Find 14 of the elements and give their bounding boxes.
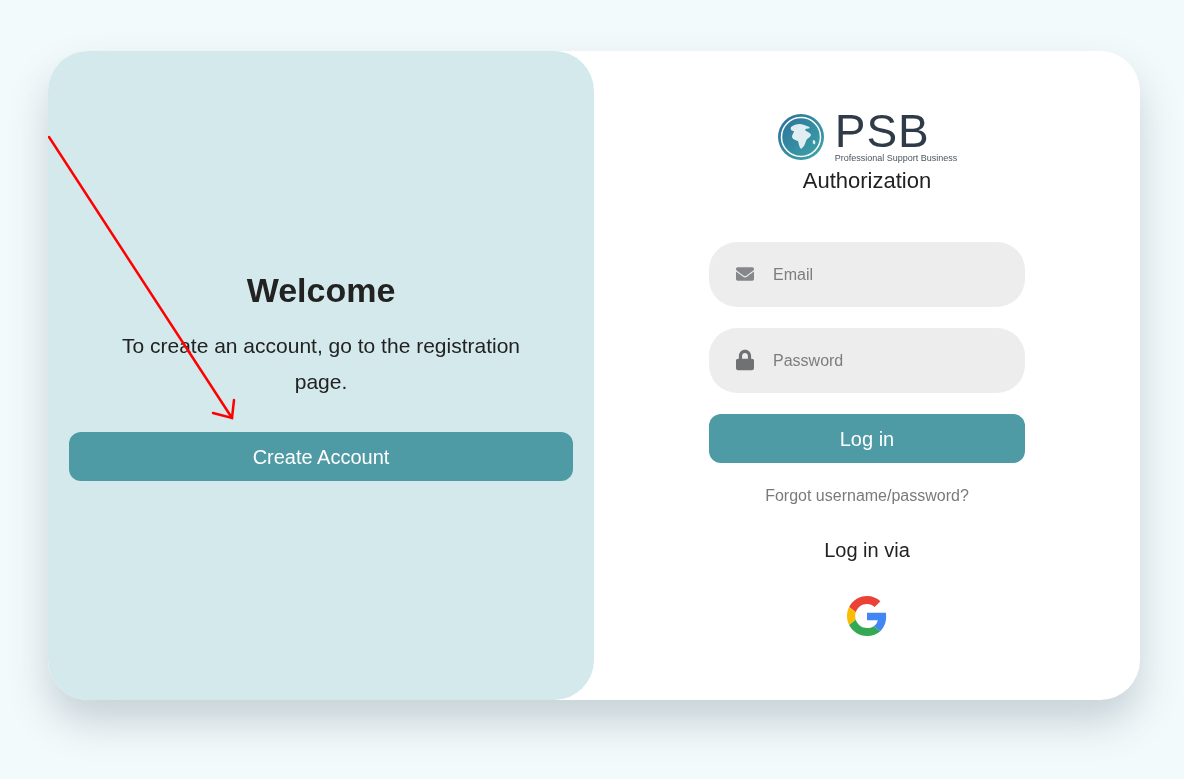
globe-icon xyxy=(776,112,825,161)
logo-wordmark: PSB xyxy=(834,110,930,152)
create-account-button[interactable]: Create Account xyxy=(69,432,573,481)
authorization-title: Authorization xyxy=(802,167,932,195)
login-button[interactable]: Log in xyxy=(709,414,1025,463)
google-icon[interactable] xyxy=(847,596,887,636)
password-field[interactable]: Password xyxy=(709,328,1025,393)
forgot-password-link[interactable]: Forgot username/password? xyxy=(765,485,969,507)
logo-tagline: Professional Support Business xyxy=(834,153,958,163)
email-field[interactable]: Email xyxy=(709,242,1025,307)
welcome-title: Welcome xyxy=(246,270,396,310)
login-via-label: Log in via xyxy=(824,538,910,563)
envelope-icon xyxy=(734,265,756,283)
lock-icon xyxy=(736,349,754,371)
